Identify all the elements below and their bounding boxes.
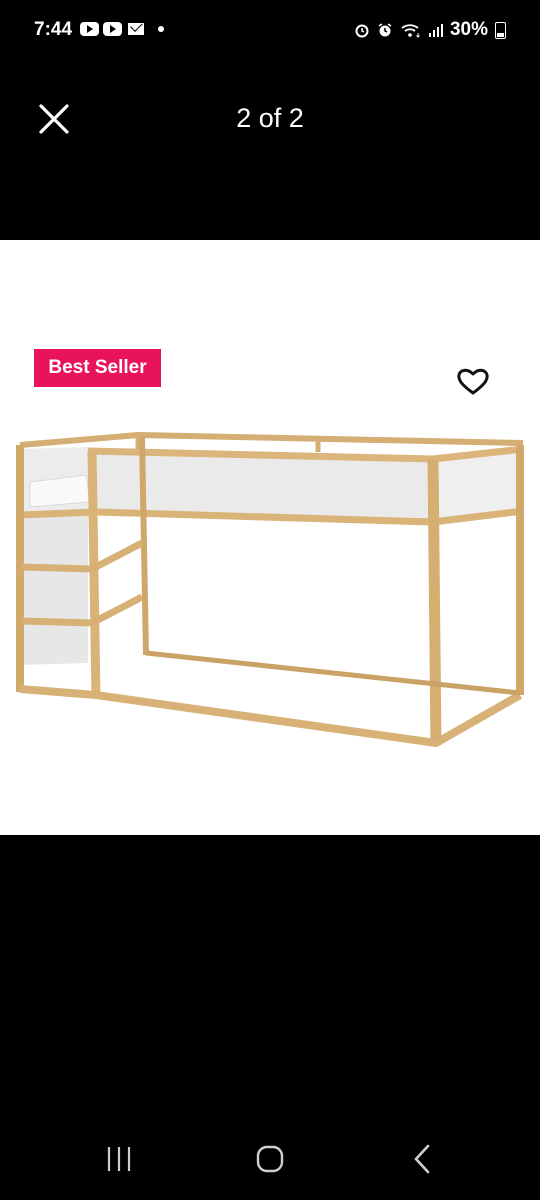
youtube-icon <box>80 22 99 36</box>
page-counter: 2 of 2 <box>236 103 304 133</box>
clock-alarm-icon <box>378 23 392 37</box>
notification-icons <box>80 22 164 36</box>
battery-icon <box>495 21 506 39</box>
notification-dot <box>158 26 164 32</box>
wifi-icon <box>401 24 420 38</box>
status-bar: 7:44 30% <box>0 0 540 60</box>
heart-outline-icon[interactable] <box>456 366 490 396</box>
best-seller-badge: Best Seller <box>34 349 161 387</box>
loft-bed-image <box>16 431 524 748</box>
product-image-viewer[interactable]: Best Seller <box>0 240 540 835</box>
back-icon[interactable] <box>392 1141 452 1177</box>
signal-icon <box>428 24 443 37</box>
battery-percent: 30% <box>449 19 488 40</box>
alarm-icon <box>355 24 369 38</box>
mail-icon <box>128 23 144 35</box>
status-time: 7:44 <box>34 19 73 40</box>
recent-apps-icon[interactable] <box>89 1141 149 1177</box>
home-icon[interactable] <box>240 1141 300 1177</box>
viewer-header: 2 of 2 <box>0 60 540 240</box>
youtube-icon <box>103 22 122 36</box>
system-navigation-bar <box>0 1125 540 1200</box>
system-icons: 30% <box>354 19 506 41</box>
